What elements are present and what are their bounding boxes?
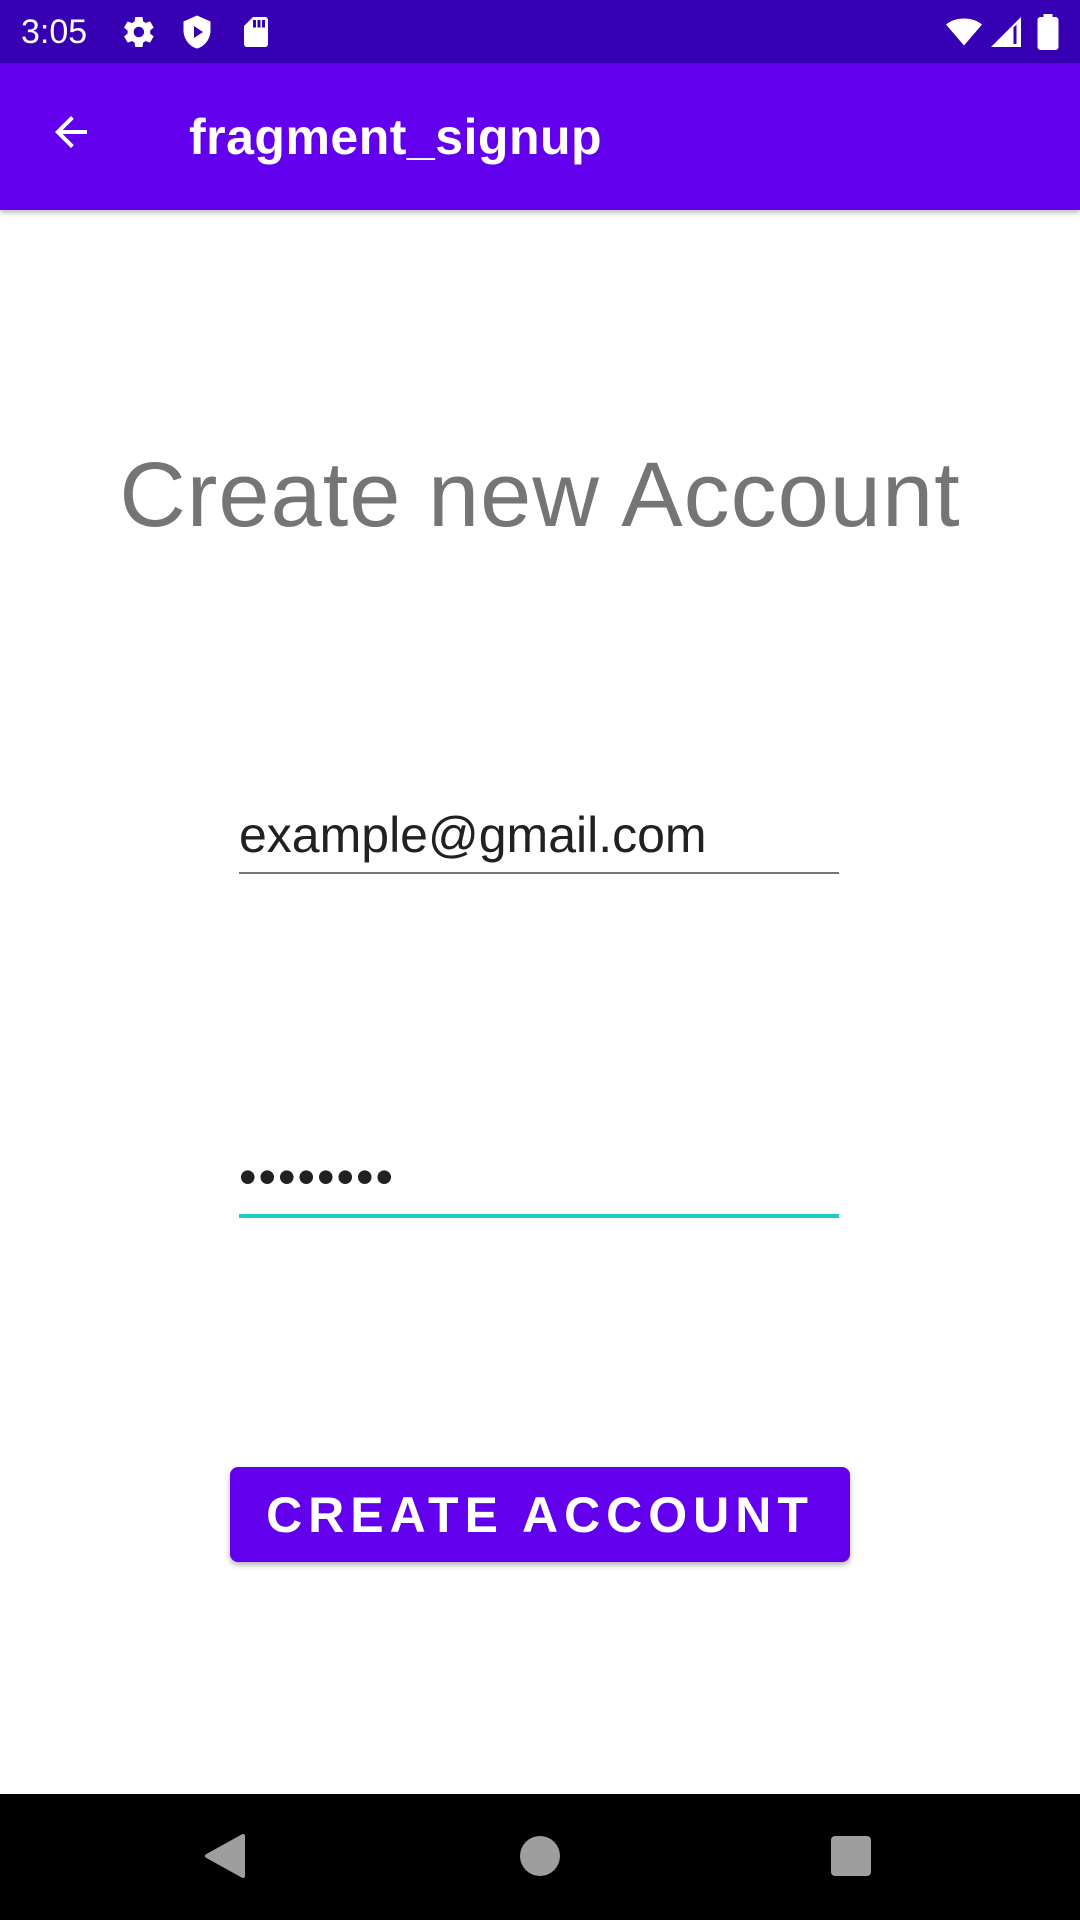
shield-play-icon [179, 14, 215, 50]
back-button[interactable] [27, 90, 115, 178]
nav-back-button[interactable] [185, 1818, 265, 1898]
create-account-button[interactable]: CREATE ACCOUNT [230, 1467, 850, 1562]
page-heading: Create new Account [119, 444, 961, 546]
nav-recents-button[interactable] [811, 1818, 891, 1898]
wifi-icon [944, 14, 984, 50]
app-bar: fragment_signup [0, 63, 1080, 210]
arrow-back-icon [47, 108, 95, 161]
recents-square-icon [831, 1835, 871, 1881]
password-field[interactable] [239, 1140, 839, 1218]
navigation-bar [0, 1794, 1080, 1920]
status-bar: 3:05 [0, 0, 1080, 63]
sd-card-icon [238, 14, 274, 50]
cellular-signal-icon [988, 14, 1024, 50]
app-title: fragment_signup [189, 109, 603, 165]
nav-home-button[interactable] [500, 1818, 580, 1898]
home-circle-icon [520, 1835, 560, 1881]
settings-icon [121, 14, 157, 50]
battery-icon [1036, 14, 1060, 50]
back-triangle-icon [203, 1832, 247, 1885]
status-time: 3:05 [21, 13, 88, 51]
email-field[interactable] [239, 798, 839, 874]
create-account-label: CREATE ACCOUNT [266, 1486, 814, 1543]
